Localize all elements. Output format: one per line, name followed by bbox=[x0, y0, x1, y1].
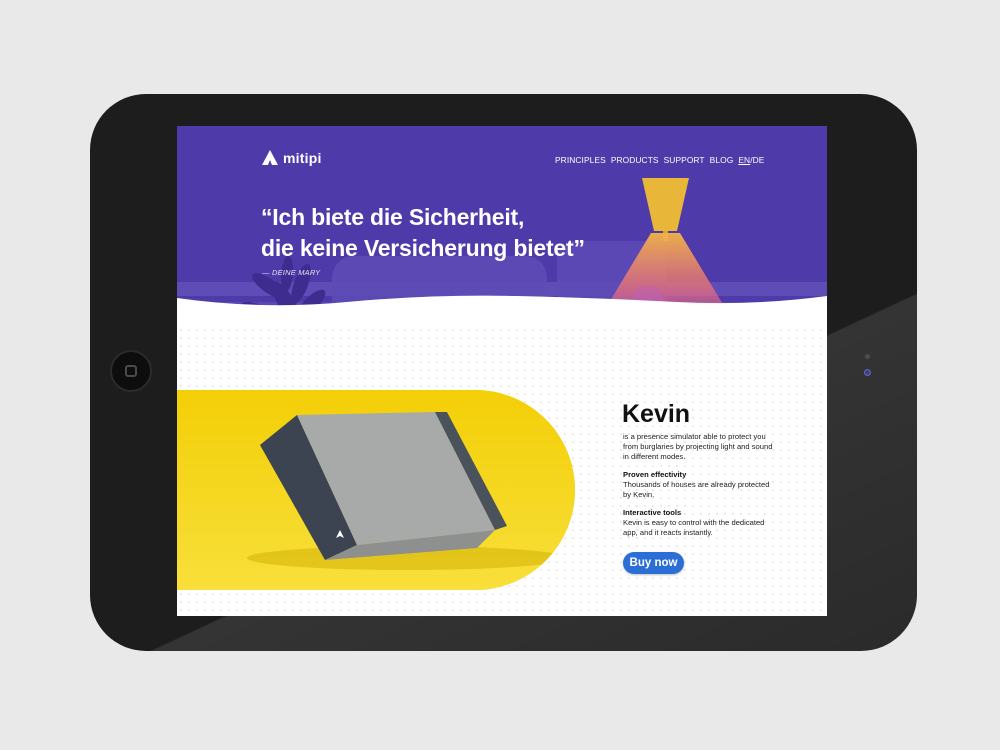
main-nav: PRINCIPLES PRODUCTS SUPPORT BLOG EN / DE bbox=[555, 155, 764, 165]
product-image bbox=[247, 412, 567, 570]
nav-item-principles[interactable]: PRINCIPLES bbox=[555, 155, 606, 165]
tablet-screen: mitipi PRINCIPLES PRODUCTS SUPPORT BLOG … bbox=[177, 126, 827, 616]
light-sensor bbox=[865, 354, 870, 359]
product-title: Kevin bbox=[622, 400, 691, 428]
feature-text: Kevin is easy to control with the dedica… bbox=[623, 518, 765, 537]
hero-quote-line: die keine Versicherung bietet” bbox=[261, 235, 585, 261]
brand-name: mitipi bbox=[283, 149, 322, 166]
buy-now-button[interactable]: Buy now bbox=[623, 552, 684, 574]
lang-en[interactable]: EN bbox=[738, 155, 750, 165]
nav-item-support[interactable]: SUPPORT bbox=[664, 155, 705, 165]
hero-quote: “Ich biete die Sicherheit, die keine Ver… bbox=[261, 202, 585, 264]
site-logo[interactable]: mitipi bbox=[261, 149, 322, 166]
language-switch: EN / DE bbox=[738, 155, 764, 165]
nav-item-blog[interactable]: BLOG bbox=[710, 155, 734, 165]
home-button-icon[interactable] bbox=[110, 350, 152, 392]
product-intro: is a presence simulator able to protect … bbox=[623, 432, 773, 461]
feature-title: Interactive tools bbox=[623, 508, 682, 517]
feature-title: Proven effectivity bbox=[623, 470, 687, 479]
camera-icon bbox=[864, 369, 871, 376]
quote-attribution: — DEINE MARY bbox=[262, 268, 321, 277]
mitipi-logo-icon bbox=[262, 150, 278, 165]
feature-text: Thousands of houses are already protecte… bbox=[623, 480, 770, 499]
nav-item-products[interactable]: PRODUCTS bbox=[611, 155, 659, 165]
lang-de[interactable]: DE bbox=[753, 155, 765, 165]
home-square-icon bbox=[125, 365, 137, 377]
hero-quote-line: “Ich biete die Sicherheit, bbox=[261, 204, 525, 230]
product-image-panel bbox=[177, 390, 575, 590]
hero-section: mitipi PRINCIPLES PRODUCTS SUPPORT BLOG … bbox=[177, 126, 827, 336]
